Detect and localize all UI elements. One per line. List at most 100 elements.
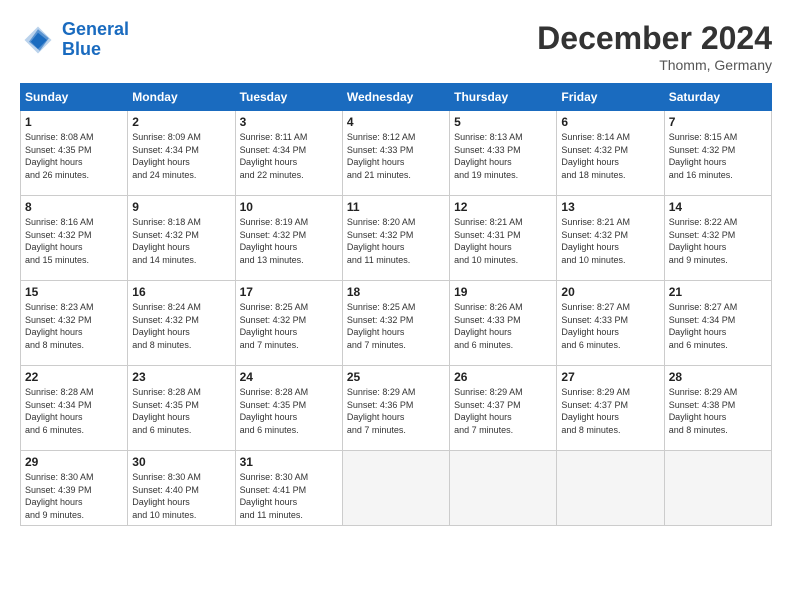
calendar-day: 13 Sunrise: 8:21 AM Sunset: 4:32 PM Dayl… bbox=[557, 196, 664, 281]
calendar-day: 25 Sunrise: 8:29 AM Sunset: 4:36 PM Dayl… bbox=[342, 366, 449, 451]
day-number: 27 bbox=[561, 370, 659, 384]
calendar-week-row: 29 Sunrise: 8:30 AM Sunset: 4:39 PM Dayl… bbox=[21, 451, 772, 526]
calendar-day: 3 Sunrise: 8:11 AM Sunset: 4:34 PM Dayli… bbox=[235, 111, 342, 196]
calendar-day: 21 Sunrise: 8:27 AM Sunset: 4:34 PM Dayl… bbox=[664, 281, 771, 366]
calendar-day: 14 Sunrise: 8:22 AM Sunset: 4:32 PM Dayl… bbox=[664, 196, 771, 281]
calendar-day: 7 Sunrise: 8:15 AM Sunset: 4:32 PM Dayli… bbox=[664, 111, 771, 196]
calendar-day: 24 Sunrise: 8:28 AM Sunset: 4:35 PM Dayl… bbox=[235, 366, 342, 451]
day-info: Sunrise: 8:18 AM Sunset: 4:32 PM Dayligh… bbox=[132, 216, 230, 266]
calendar-week-row: 1 Sunrise: 8:08 AM Sunset: 4:35 PM Dayli… bbox=[21, 111, 772, 196]
calendar-day: 8 Sunrise: 8:16 AM Sunset: 4:32 PM Dayli… bbox=[21, 196, 128, 281]
day-number: 29 bbox=[25, 455, 123, 469]
day-number: 7 bbox=[669, 115, 767, 129]
logo-line2: Blue bbox=[62, 39, 101, 59]
day-info: Sunrise: 8:28 AM Sunset: 4:35 PM Dayligh… bbox=[240, 386, 338, 436]
header-wednesday: Wednesday bbox=[342, 84, 449, 111]
day-info: Sunrise: 8:27 AM Sunset: 4:34 PM Dayligh… bbox=[669, 301, 767, 351]
calendar-day: 28 Sunrise: 8:29 AM Sunset: 4:38 PM Dayl… bbox=[664, 366, 771, 451]
calendar-week-row: 22 Sunrise: 8:28 AM Sunset: 4:34 PM Dayl… bbox=[21, 366, 772, 451]
calendar-day: 12 Sunrise: 8:21 AM Sunset: 4:31 PM Dayl… bbox=[450, 196, 557, 281]
header-monday: Monday bbox=[128, 84, 235, 111]
logo-line1: General bbox=[62, 19, 129, 39]
day-number: 8 bbox=[25, 200, 123, 214]
day-number: 12 bbox=[454, 200, 552, 214]
day-number: 2 bbox=[132, 115, 230, 129]
calendar-day: 23 Sunrise: 8:28 AM Sunset: 4:35 PM Dayl… bbox=[128, 366, 235, 451]
calendar-day: 19 Sunrise: 8:26 AM Sunset: 4:33 PM Dayl… bbox=[450, 281, 557, 366]
calendar-day: 10 Sunrise: 8:19 AM Sunset: 4:32 PM Dayl… bbox=[235, 196, 342, 281]
day-info: Sunrise: 8:29 AM Sunset: 4:37 PM Dayligh… bbox=[561, 386, 659, 436]
day-number: 16 bbox=[132, 285, 230, 299]
day-number: 1 bbox=[25, 115, 123, 129]
logo-icon bbox=[20, 22, 56, 58]
day-info: Sunrise: 8:28 AM Sunset: 4:34 PM Dayligh… bbox=[25, 386, 123, 436]
day-number: 9 bbox=[132, 200, 230, 214]
day-number: 23 bbox=[132, 370, 230, 384]
day-number: 19 bbox=[454, 285, 552, 299]
day-number: 11 bbox=[347, 200, 445, 214]
location: Thomm, Germany bbox=[537, 57, 772, 73]
day-number: 15 bbox=[25, 285, 123, 299]
calendar-day: 5 Sunrise: 8:13 AM Sunset: 4:33 PM Dayli… bbox=[450, 111, 557, 196]
calendar-day: 6 Sunrise: 8:14 AM Sunset: 4:32 PM Dayli… bbox=[557, 111, 664, 196]
calendar-day: 2 Sunrise: 8:09 AM Sunset: 4:34 PM Dayli… bbox=[128, 111, 235, 196]
calendar-day: 17 Sunrise: 8:25 AM Sunset: 4:32 PM Dayl… bbox=[235, 281, 342, 366]
day-number: 3 bbox=[240, 115, 338, 129]
day-info: Sunrise: 8:19 AM Sunset: 4:32 PM Dayligh… bbox=[240, 216, 338, 266]
calendar: Sunday Monday Tuesday Wednesday Thursday… bbox=[20, 83, 772, 526]
header-sunday: Sunday bbox=[21, 84, 128, 111]
header-tuesday: Tuesday bbox=[235, 84, 342, 111]
header-saturday: Saturday bbox=[664, 84, 771, 111]
calendar-day: 27 Sunrise: 8:29 AM Sunset: 4:37 PM Dayl… bbox=[557, 366, 664, 451]
day-info: Sunrise: 8:30 AM Sunset: 4:41 PM Dayligh… bbox=[240, 471, 338, 521]
calendar-day: 31 Sunrise: 8:30 AM Sunset: 4:41 PM Dayl… bbox=[235, 451, 342, 526]
weekday-header-row: Sunday Monday Tuesday Wednesday Thursday… bbox=[21, 84, 772, 111]
day-number: 21 bbox=[669, 285, 767, 299]
calendar-day: 11 Sunrise: 8:20 AM Sunset: 4:32 PM Dayl… bbox=[342, 196, 449, 281]
day-info: Sunrise: 8:12 AM Sunset: 4:33 PM Dayligh… bbox=[347, 131, 445, 181]
empty-cell bbox=[664, 451, 771, 526]
day-number: 20 bbox=[561, 285, 659, 299]
day-number: 30 bbox=[132, 455, 230, 469]
day-number: 24 bbox=[240, 370, 338, 384]
header-friday: Friday bbox=[557, 84, 664, 111]
day-info: Sunrise: 8:08 AM Sunset: 4:35 PM Dayligh… bbox=[25, 131, 123, 181]
day-info: Sunrise: 8:29 AM Sunset: 4:37 PM Dayligh… bbox=[454, 386, 552, 436]
header-thursday: Thursday bbox=[450, 84, 557, 111]
day-info: Sunrise: 8:23 AM Sunset: 4:32 PM Dayligh… bbox=[25, 301, 123, 351]
day-info: Sunrise: 8:24 AM Sunset: 4:32 PM Dayligh… bbox=[132, 301, 230, 351]
day-info: Sunrise: 8:27 AM Sunset: 4:33 PM Dayligh… bbox=[561, 301, 659, 351]
logo: General Blue bbox=[20, 20, 129, 60]
day-number: 5 bbox=[454, 115, 552, 129]
calendar-day: 1 Sunrise: 8:08 AM Sunset: 4:35 PM Dayli… bbox=[21, 111, 128, 196]
day-number: 4 bbox=[347, 115, 445, 129]
day-info: Sunrise: 8:25 AM Sunset: 4:32 PM Dayligh… bbox=[240, 301, 338, 351]
title-block: December 2024 Thomm, Germany bbox=[537, 20, 772, 73]
calendar-day: 16 Sunrise: 8:24 AM Sunset: 4:32 PM Dayl… bbox=[128, 281, 235, 366]
day-info: Sunrise: 8:28 AM Sunset: 4:35 PM Dayligh… bbox=[132, 386, 230, 436]
calendar-day: 20 Sunrise: 8:27 AM Sunset: 4:33 PM Dayl… bbox=[557, 281, 664, 366]
calendar-week-row: 8 Sunrise: 8:16 AM Sunset: 4:32 PM Dayli… bbox=[21, 196, 772, 281]
calendar-day: 22 Sunrise: 8:28 AM Sunset: 4:34 PM Dayl… bbox=[21, 366, 128, 451]
day-number: 14 bbox=[669, 200, 767, 214]
logo-text: General Blue bbox=[62, 20, 129, 60]
month-title: December 2024 bbox=[537, 20, 772, 57]
calendar-day: 26 Sunrise: 8:29 AM Sunset: 4:37 PM Dayl… bbox=[450, 366, 557, 451]
day-info: Sunrise: 8:16 AM Sunset: 4:32 PM Dayligh… bbox=[25, 216, 123, 266]
day-info: Sunrise: 8:09 AM Sunset: 4:34 PM Dayligh… bbox=[132, 131, 230, 181]
empty-cell bbox=[342, 451, 449, 526]
calendar-day: 18 Sunrise: 8:25 AM Sunset: 4:32 PM Dayl… bbox=[342, 281, 449, 366]
day-number: 28 bbox=[669, 370, 767, 384]
day-info: Sunrise: 8:21 AM Sunset: 4:31 PM Dayligh… bbox=[454, 216, 552, 266]
day-info: Sunrise: 8:25 AM Sunset: 4:32 PM Dayligh… bbox=[347, 301, 445, 351]
day-number: 10 bbox=[240, 200, 338, 214]
calendar-day: 29 Sunrise: 8:30 AM Sunset: 4:39 PM Dayl… bbox=[21, 451, 128, 526]
calendar-day: 9 Sunrise: 8:18 AM Sunset: 4:32 PM Dayli… bbox=[128, 196, 235, 281]
day-info: Sunrise: 8:20 AM Sunset: 4:32 PM Dayligh… bbox=[347, 216, 445, 266]
day-info: Sunrise: 8:29 AM Sunset: 4:38 PM Dayligh… bbox=[669, 386, 767, 436]
calendar-day: 15 Sunrise: 8:23 AM Sunset: 4:32 PM Dayl… bbox=[21, 281, 128, 366]
day-number: 31 bbox=[240, 455, 338, 469]
day-info: Sunrise: 8:15 AM Sunset: 4:32 PM Dayligh… bbox=[669, 131, 767, 181]
day-number: 13 bbox=[561, 200, 659, 214]
day-number: 26 bbox=[454, 370, 552, 384]
